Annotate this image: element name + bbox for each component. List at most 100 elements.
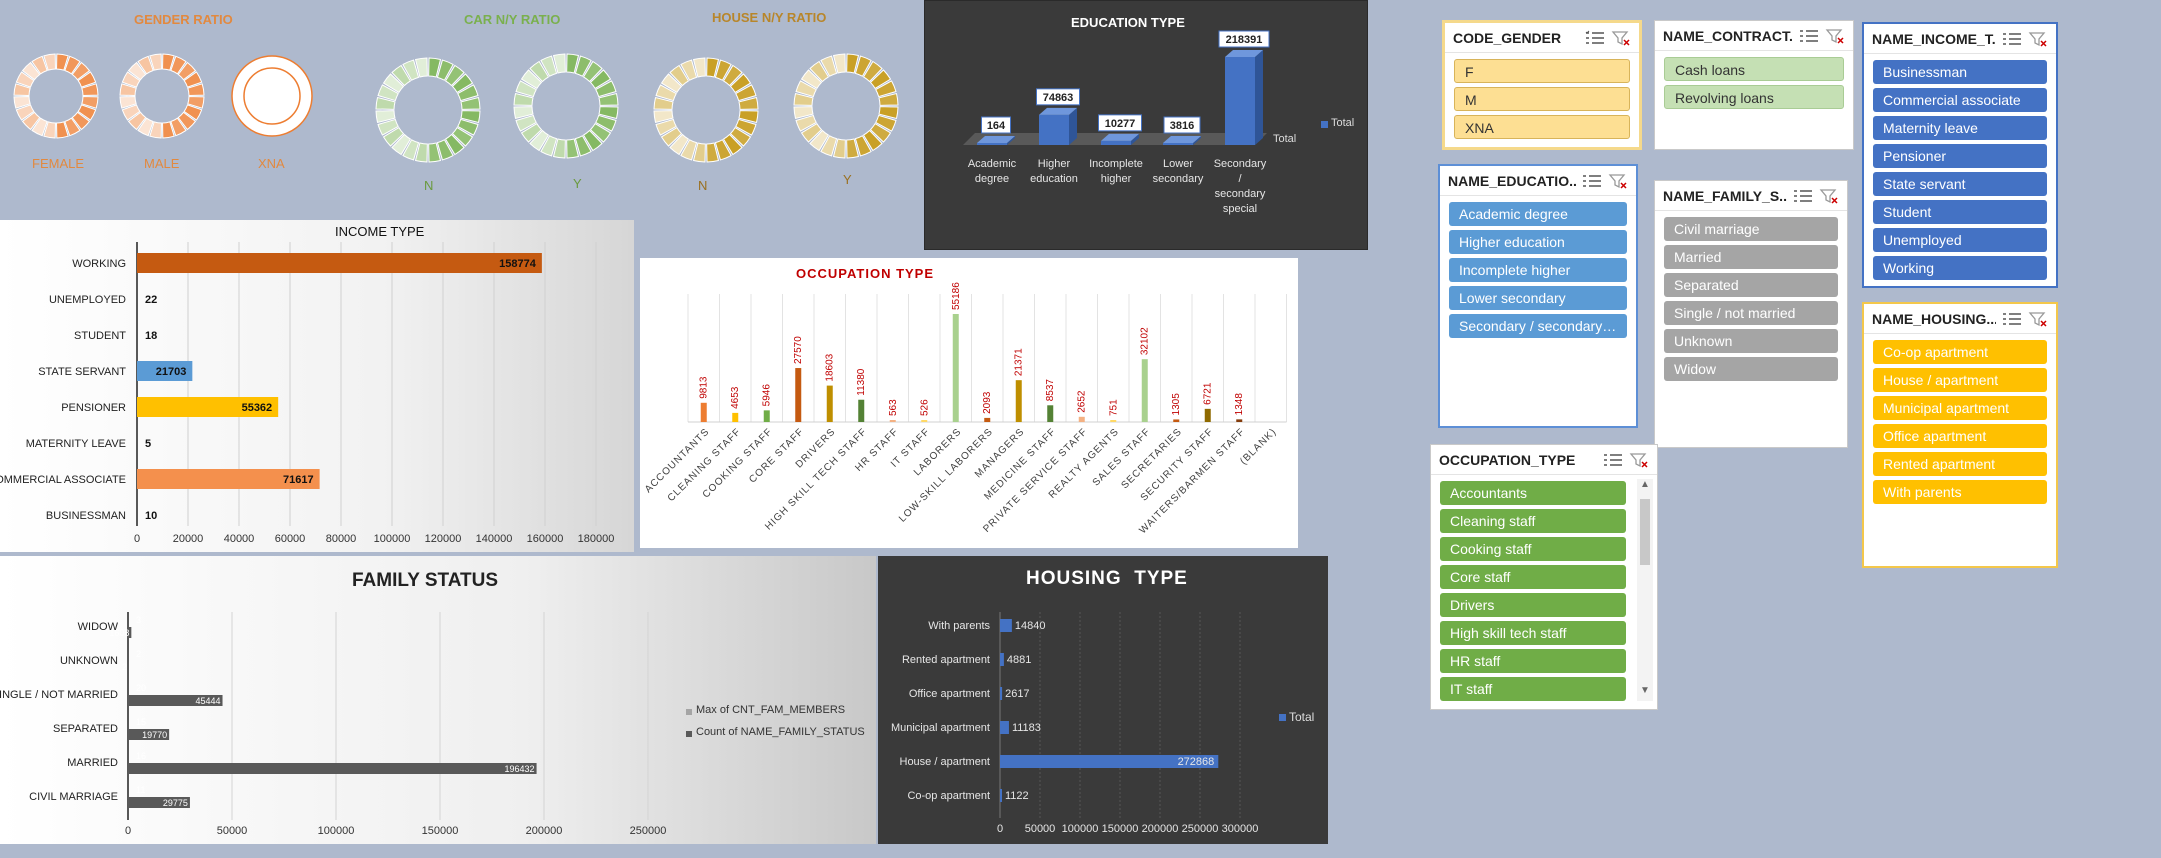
occupation-data-label: 18603 <box>825 353 836 381</box>
clear-filter-icon[interactable] <box>2028 310 2048 328</box>
slicer-item[interactable]: Unknown <box>1664 329 1838 353</box>
slicer-item[interactable]: Maternity leave <box>1873 116 2047 140</box>
income-tick-label: 40000 <box>224 533 255 545</box>
slicer-item[interactable]: Separated <box>1664 273 1838 297</box>
slicer-item[interactable]: Commercial associate <box>1873 88 2047 112</box>
scroll-up-icon[interactable]: ▲ <box>1640 479 1650 490</box>
scroll-thumb[interactable] <box>1640 499 1650 565</box>
family-tick-label: 250000 <box>630 825 667 837</box>
slicer-item[interactable]: Cash loans <box>1664 57 1844 81</box>
family-max-label: 16 <box>136 751 146 761</box>
slicer-item[interactable]: Lower secondary <box>1449 286 1627 310</box>
occupation-bar <box>1236 419 1243 422</box>
family-tick-label: 50000 <box>217 825 248 837</box>
housing-bar <box>1000 619 1012 632</box>
slicer-item[interactable]: M <box>1454 87 1630 111</box>
housing-category-label: Office apartment <box>909 688 990 700</box>
slicer-item[interactable]: Core staff <box>1440 565 1626 589</box>
clear-filter-icon[interactable] <box>1608 172 1628 190</box>
family-category-label: UNKNOWN <box>60 655 118 667</box>
slicer-contract-title: NAME_CONTRACT... <box>1663 27 1793 44</box>
housing-category-label: With parents <box>928 620 990 632</box>
slicer-item[interactable]: House / apartment <box>1873 368 2047 392</box>
occupation-chart-plot: 9813ACCOUNTANTS4653CLEANING STAFF5946COO… <box>643 282 1287 536</box>
slicer-item[interactable]: With parents <box>1873 480 2047 504</box>
multi-select-icon[interactable] <box>2002 30 2022 48</box>
multi-select-icon[interactable] <box>1603 451 1623 469</box>
multi-select-icon[interactable] <box>2002 310 2022 328</box>
slicer-item[interactable]: Working <box>1873 256 2047 280</box>
family-chart-plot: 0 50000 100000 150000 200000 250000WIDOW31608… <box>0 612 667 837</box>
income-data-label: 21703 <box>156 366 187 378</box>
occupation-data-label: 55186 <box>951 282 962 310</box>
slicer-item[interactable]: Higher education <box>1449 230 1627 254</box>
slicer-item[interactable]: Pensioner <box>1873 144 2047 168</box>
family-count-label: 1608 <box>109 628 129 638</box>
slicer-item[interactable]: Rented apartment <box>1873 452 2047 476</box>
multi-select-icon[interactable] <box>1582 172 1602 190</box>
slicer-occupation-scrollbar[interactable]: ▲ ▼ <box>1637 479 1653 701</box>
slicer-item[interactable]: Single / not married <box>1664 301 1838 325</box>
income-tick-label: 140000 <box>476 533 513 545</box>
slicer-item[interactable]: Married <box>1664 245 1838 269</box>
family-legend-swatch-count <box>686 731 692 737</box>
slicer-item[interactable]: Co-op apartment <box>1873 340 2047 364</box>
clear-filter-icon[interactable] <box>1819 187 1839 205</box>
income-category-label: MATERNITY LEAVE <box>26 438 126 450</box>
slicer-item[interactable]: Accountants <box>1440 481 1626 505</box>
slicer-item[interactable]: Unemployed <box>1873 228 2047 252</box>
slicer-item[interactable]: Revolving loans <box>1664 85 1844 109</box>
education-category-label: Academic <box>968 158 1017 170</box>
car-label-y: Y <box>573 176 582 191</box>
slicer-item[interactable]: Secondary / secondary s... <box>1449 314 1627 338</box>
occupation-bar <box>984 417 991 422</box>
occupation-bar <box>826 385 833 422</box>
clear-filter-icon[interactable] <box>1825 27 1845 45</box>
slicer-item[interactable]: Widow <box>1664 357 1838 381</box>
education-data-label: 74863 <box>1043 92 1074 104</box>
clear-filter-icon[interactable] <box>2028 30 2048 48</box>
education-bar <box>1039 114 1069 145</box>
slicer-family-title: NAME_FAMILY_S... <box>1663 187 1787 204</box>
housing-bar <box>1000 721 1009 734</box>
clear-filter-icon[interactable] <box>1611 29 1631 47</box>
income-tick-label: 0 <box>134 533 140 545</box>
slicer-item[interactable]: Office apartment <box>1873 424 2047 448</box>
income-category-label: STUDENT <box>74 330 126 342</box>
slicer-item[interactable]: Cleaning staff <box>1440 509 1626 533</box>
occupation-data-label: 2093 <box>982 391 993 414</box>
clear-filter-icon[interactable] <box>1629 451 1649 469</box>
multi-select-icon[interactable] <box>1585 29 1605 47</box>
slicer-item[interactable]: Businessman <box>1873 60 2047 84</box>
education-bar <box>977 143 1007 145</box>
family-count-label: 196432 <box>505 764 535 774</box>
slicer-item[interactable]: State servant <box>1873 172 2047 196</box>
slicer-item[interactable]: Student <box>1873 200 2047 224</box>
slicer-item[interactable]: Civil marriage <box>1664 217 1838 241</box>
slicer-item[interactable]: Cooking staff <box>1440 537 1626 561</box>
slicer-item[interactable]: XNA <box>1454 115 1630 139</box>
slicer-item[interactable]: Municipal apartment <box>1873 396 2047 420</box>
housing-data-label: 11183 <box>1012 722 1041 734</box>
slicer-item[interactable]: Academic degree <box>1449 202 1627 226</box>
income-data-label: 18 <box>145 330 157 342</box>
housing-tick-label: 300000 <box>1222 823 1259 835</box>
slicer-item[interactable]: High skill tech staff <box>1440 621 1626 645</box>
slicer-item[interactable]: F <box>1454 59 1630 83</box>
income-tick-label: 160000 <box>527 533 564 545</box>
education-bar <box>1163 143 1193 145</box>
income-data-label: 71617 <box>283 474 314 486</box>
slicer-item[interactable]: IT staff <box>1440 677 1626 701</box>
family-count-bar <box>128 763 537 774</box>
occupation-data-label: 8537 <box>1045 379 1056 402</box>
slicer-item[interactable]: Drivers <box>1440 593 1626 617</box>
slicer-family: NAME_FAMILY_S... Civil marriage Married Se… <box>1654 180 1848 448</box>
slicer-item[interactable]: HR staff <box>1440 649 1626 673</box>
family-legend-label-max: Max of CNT_FAM_MEMBERS <box>696 704 846 716</box>
slicer-item[interactable]: Incomplete higher <box>1449 258 1627 282</box>
scroll-down-icon[interactable]: ▼ <box>1640 685 1650 696</box>
multi-select-icon[interactable] <box>1799 27 1819 45</box>
housing-chart-plot: 0 50000 100000 150000 200000 250000 300000 With… <box>891 612 1259 835</box>
housing-data-label: 4881 <box>1007 654 1031 666</box>
multi-select-icon[interactable] <box>1793 187 1813 205</box>
